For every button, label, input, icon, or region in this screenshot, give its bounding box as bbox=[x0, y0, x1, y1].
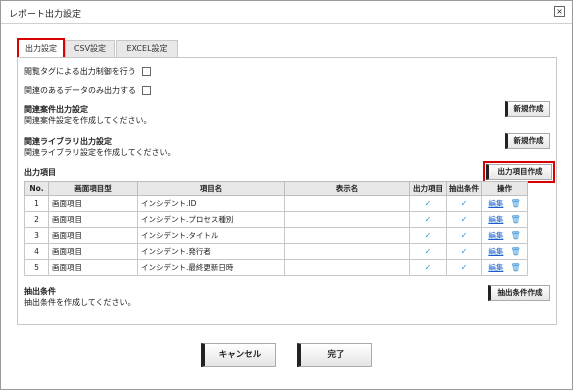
trash-icon[interactable]: 🗑 bbox=[511, 231, 521, 240]
row-item-type: 画面項目 bbox=[48, 227, 138, 244]
output-check-icon: ✓ bbox=[409, 195, 447, 212]
output-check-icon: ✓ bbox=[409, 227, 447, 244]
extract-hint: 抽出条件を作成してください。 bbox=[24, 298, 136, 307]
tag-control-label: 閲覧タグによる出力制御を行う bbox=[24, 67, 136, 76]
create-output-item-button[interactable]: 出力項目作成 bbox=[483, 161, 555, 183]
column-header-no: No. bbox=[24, 181, 49, 196]
tab-csv-settings[interactable]: CSV設定 bbox=[65, 40, 115, 57]
report-output-dialog: レポート出力設定 × 出力設定 CSV設定 EXCEL設定 閲覧タグによる出力制… bbox=[0, 0, 573, 390]
row-display-name bbox=[284, 227, 410, 244]
row-actions: 編集 🗑 bbox=[481, 259, 528, 276]
row-item-type: 画面項目 bbox=[48, 195, 138, 212]
table-header-row: No. 画面項目型 項目名 表示名 出力項目 抽出条件 操作 bbox=[24, 181, 528, 196]
row-no: 5 bbox=[24, 259, 49, 276]
output-items-heading: 出力項目 bbox=[24, 168, 56, 177]
row-display-name bbox=[284, 259, 410, 276]
row-item-name: インシデント.発行者 bbox=[137, 243, 285, 260]
column-header-display-name: 表示名 bbox=[284, 181, 410, 196]
filter-check-icon: ✓ bbox=[446, 259, 482, 276]
edit-link[interactable]: 編集 bbox=[488, 199, 503, 208]
edit-link[interactable]: 編集 bbox=[488, 231, 503, 240]
column-header-actions: 操作 bbox=[481, 181, 528, 196]
filter-check-icon: ✓ bbox=[446, 243, 482, 260]
related-case-heading: 関連案件出力設定 bbox=[24, 105, 88, 114]
output-items-table: No. 画面項目型 項目名 表示名 出力項目 抽出条件 操作 1 画面項目 イン… bbox=[24, 181, 528, 276]
done-button[interactable]: 完了 bbox=[297, 343, 372, 367]
row-actions: 編集 🗑 bbox=[481, 195, 528, 212]
column-header-item-name: 項目名 bbox=[137, 181, 285, 196]
extract-heading: 抽出条件 bbox=[24, 287, 56, 296]
row-actions: 編集 🗑 bbox=[481, 243, 528, 260]
output-check-icon: ✓ bbox=[409, 243, 447, 260]
output-check-icon: ✓ bbox=[409, 259, 447, 276]
table-row: 4 画面項目 インシデント.発行者 ✓ ✓ 編集 🗑 bbox=[24, 243, 528, 260]
row-no: 3 bbox=[24, 227, 49, 244]
related-library-heading: 関連ライブラリ出力設定 bbox=[24, 137, 112, 146]
related-only-label: 関連のあるデータのみ出力する bbox=[24, 86, 136, 95]
column-header-item-type: 画面項目型 bbox=[48, 181, 138, 196]
table-row: 1 画面項目 インシデント.ID ✓ ✓ 編集 🗑 bbox=[24, 195, 528, 212]
edit-link[interactable]: 編集 bbox=[488, 263, 503, 272]
edit-link[interactable]: 編集 bbox=[488, 215, 503, 224]
table-row: 2 画面項目 インシデント.プロセス種別 ✓ ✓ 編集 🗑 bbox=[24, 211, 528, 228]
tab-excel-settings[interactable]: EXCEL設定 bbox=[116, 40, 178, 57]
filter-check-icon: ✓ bbox=[446, 195, 482, 212]
filter-check-icon: ✓ bbox=[446, 211, 482, 228]
trash-icon[interactable]: 🗑 bbox=[511, 215, 521, 224]
row-item-type: 画面項目 bbox=[48, 243, 138, 260]
filter-check-icon: ✓ bbox=[446, 227, 482, 244]
close-icon[interactable]: × bbox=[554, 6, 565, 17]
column-header-filter: 抽出条件 bbox=[446, 181, 482, 196]
row-actions: 編集 🗑 bbox=[481, 227, 528, 244]
cancel-button[interactable]: キャンセル bbox=[201, 343, 276, 367]
related-only-checkbox[interactable] bbox=[142, 86, 151, 95]
row-no: 2 bbox=[24, 211, 49, 228]
row-no: 4 bbox=[24, 243, 49, 260]
column-header-output: 出力項目 bbox=[409, 181, 447, 196]
table-row: 5 画面項目 インシデント.最終更新日時 ✓ ✓ 編集 🗑 bbox=[24, 259, 528, 276]
row-item-name: インシデント.最終更新日時 bbox=[137, 259, 285, 276]
title-bar: レポート出力設定 × bbox=[1, 1, 572, 24]
trash-icon[interactable]: 🗑 bbox=[511, 247, 521, 256]
dialog-title: レポート出力設定 bbox=[9, 10, 82, 20]
row-item-type: 画面項目 bbox=[48, 211, 138, 228]
tag-control-checkbox[interactable] bbox=[142, 67, 151, 76]
output-check-icon: ✓ bbox=[409, 211, 447, 228]
related-case-new-button[interactable]: 新規作成 bbox=[505, 101, 550, 117]
related-library-hint: 関連ライブラリ設定を作成してください。 bbox=[24, 148, 176, 157]
table-row: 3 画面項目 インシデント.タイトル ✓ ✓ 編集 🗑 bbox=[24, 227, 528, 244]
edit-link[interactable]: 編集 bbox=[488, 247, 503, 256]
trash-icon[interactable]: 🗑 bbox=[511, 263, 521, 272]
row-display-name bbox=[284, 243, 410, 260]
row-no: 1 bbox=[24, 195, 49, 212]
related-case-hint: 関連案件設定を作成してください。 bbox=[24, 116, 152, 125]
row-item-type: 画面項目 bbox=[48, 259, 138, 276]
row-item-name: インシデント.ID bbox=[137, 195, 285, 212]
create-extract-condition-button[interactable]: 抽出条件作成 bbox=[488, 285, 550, 301]
output-settings-panel: 閲覧タグによる出力制御を行う 関連のあるデータのみ出力する 関連案件出力設定 関… bbox=[17, 57, 557, 325]
row-item-name: インシデント.プロセス種別 bbox=[137, 211, 285, 228]
related-library-new-button[interactable]: 新規作成 bbox=[505, 133, 550, 149]
row-item-name: インシデント.タイトル bbox=[137, 227, 285, 244]
row-actions: 編集 🗑 bbox=[481, 211, 528, 228]
trash-icon[interactable]: 🗑 bbox=[511, 199, 521, 208]
row-display-name bbox=[284, 195, 410, 212]
row-display-name bbox=[284, 211, 410, 228]
